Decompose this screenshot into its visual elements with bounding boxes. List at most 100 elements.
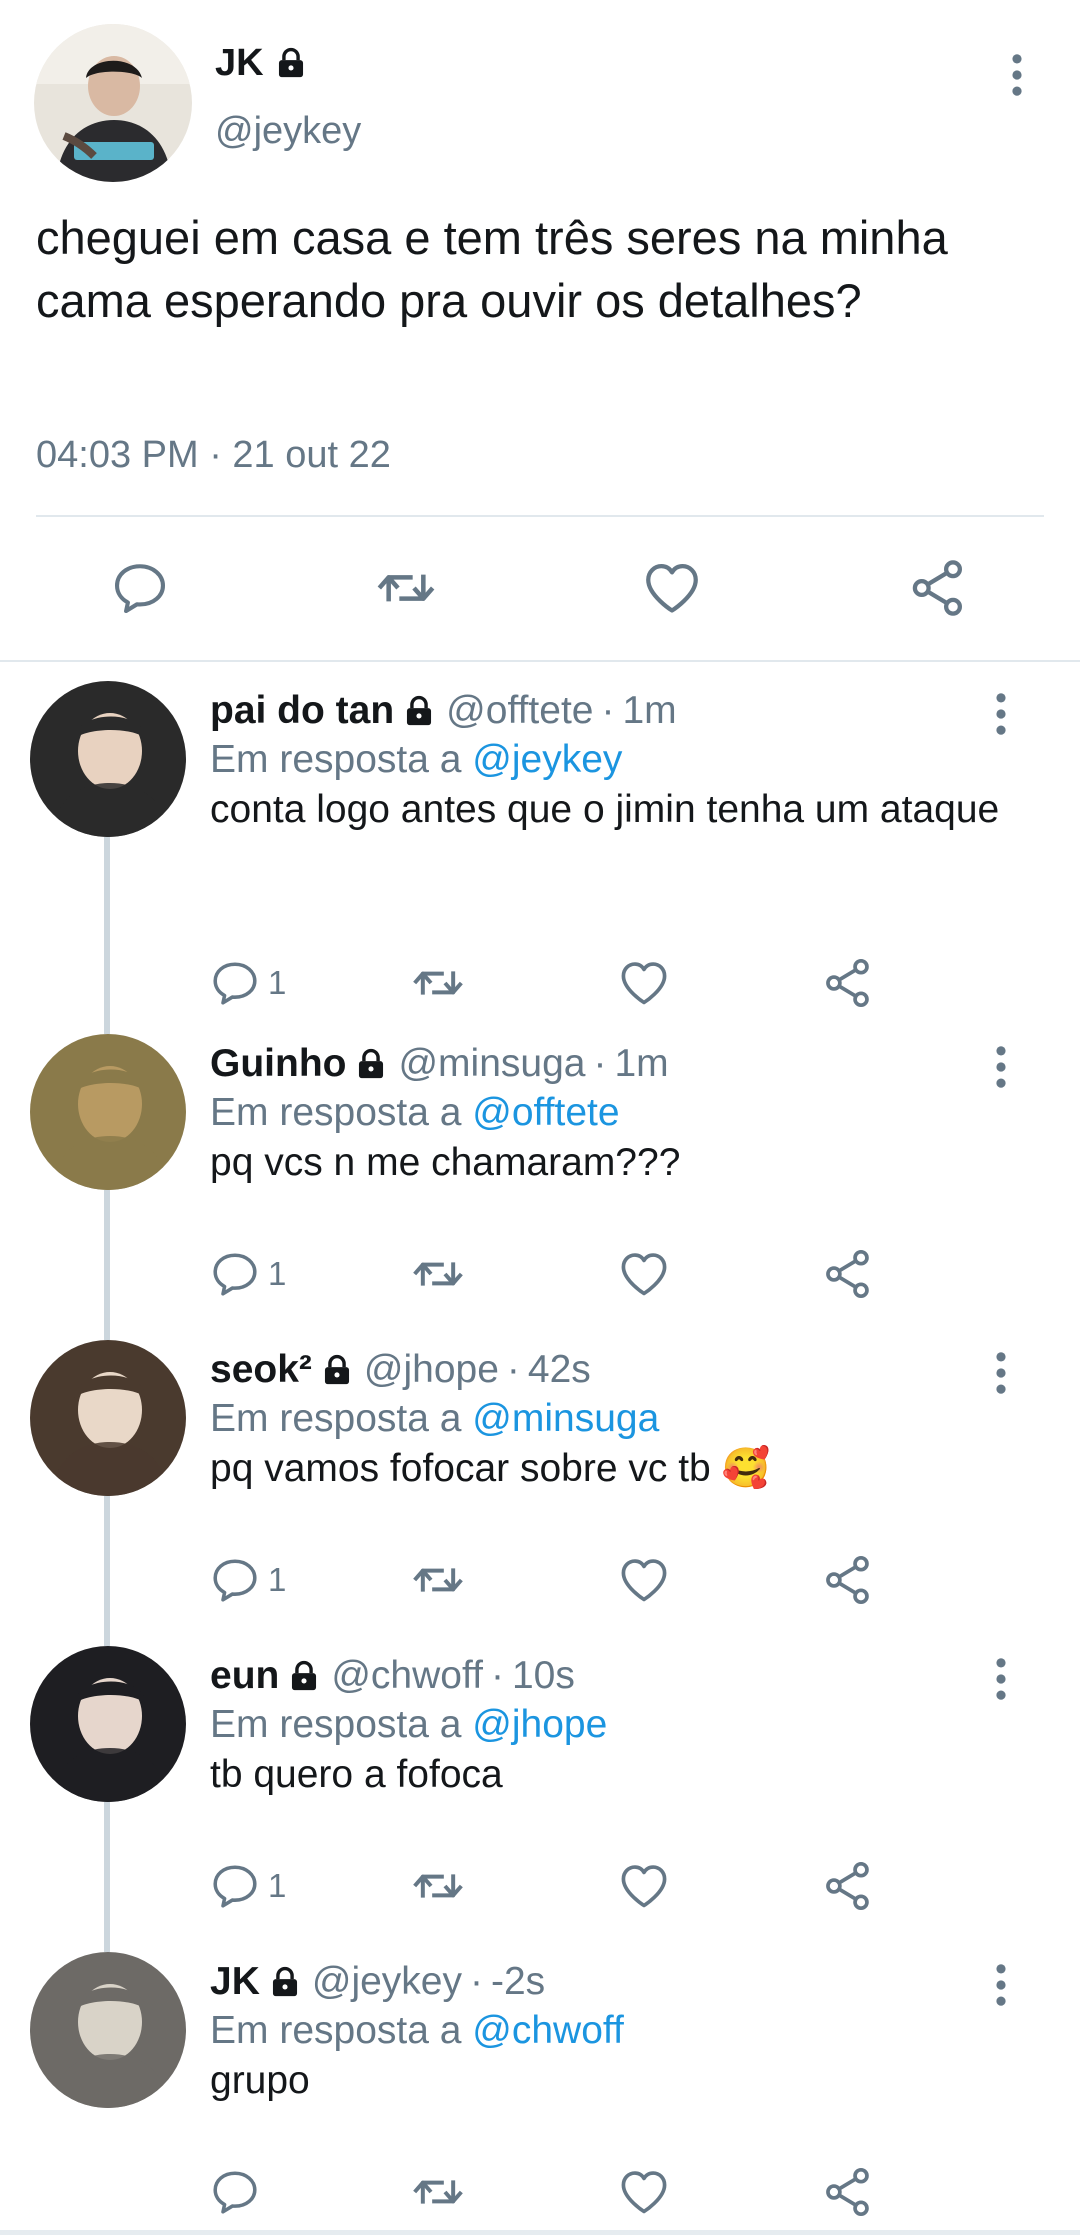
divider [0,660,1080,662]
reply-actions: 1 [210,953,910,1013]
share-button[interactable] [822,1550,874,1610]
retweet-button[interactable] [410,953,466,1013]
thread-line [104,1190,110,1340]
more-icon[interactable] [1000,52,1034,98]
reply-header: seok² @jhope · 42s [210,1346,591,1394]
retweet-icon [410,1552,466,1608]
author-handle[interactable]: @minsuga [398,1040,585,1088]
mention-link[interactable]: @offtete [472,1091,619,1134]
reply-count: 1 [268,1561,287,1598]
author-name[interactable]: eun [210,1652,279,1700]
more-icon[interactable] [984,1044,1018,1090]
share-button[interactable] [898,548,978,628]
reply-text: pq vcs n me chamaram??? [210,1141,681,1184]
reply-actions: 1 [210,1856,910,1916]
reply-tweet[interactable]: seok² @jhope · 42s Em resposta a @minsug… [0,1324,1080,1646]
reply-time[interactable]: 42s [528,1346,591,1394]
mention-link[interactable]: @chwoff [472,2009,624,2052]
author-handle[interactable]: @jeykey [312,1958,462,2006]
retweet-button[interactable] [410,1244,466,1304]
reply-icon [210,1861,260,1911]
author-handle[interactable]: @jeykey [215,108,361,154]
retweet-button[interactable] [410,2162,466,2222]
more-icon[interactable] [984,1350,1018,1396]
reply-actions: 1 [210,1550,910,1610]
retweet-icon [410,1246,466,1302]
like-icon [618,2166,670,2218]
replying-prefix: Em resposta a [210,738,473,781]
like-button[interactable] [618,2162,670,2222]
replying-to: Em resposta a @minsuga [210,1395,659,1443]
avatar[interactable] [30,1646,186,1802]
retweet-button[interactable] [410,1550,466,1610]
share-button[interactable] [822,2162,874,2222]
like-button[interactable] [632,548,712,628]
reply-tweet[interactable]: eun @chwoff · 10s Em resposta a @jhope t… [0,1630,1080,1952]
thread-line [104,837,110,1034]
reply-button[interactable] [100,548,180,628]
replying-to: Em resposta a @jeykey [210,736,622,784]
reply-time[interactable]: 1m [622,687,676,735]
mention-link[interactable]: @minsuga [472,1397,659,1440]
reply-button[interactable]: 1 [210,1244,286,1304]
reply-button[interactable]: 1 [210,1856,286,1916]
reply-tweet[interactable]: pai do tan @offtete · 1m Em resposta a @… [0,665,1080,1034]
share-icon [908,558,968,618]
replying-to: Em resposta a @chwoff [210,2007,624,2055]
reply-icon [210,1249,260,1299]
reply-time[interactable]: -2s [491,1958,545,2006]
reply-tweet[interactable]: JK @jeykey · -2s Em resposta a @chwoff g… [0,1936,1080,2235]
reply-header: pai do tan @offtete · 1m [210,687,677,735]
separator-dot: · [593,1042,607,1085]
reply-actions [210,2162,910,2222]
avatar[interactable] [30,681,186,837]
mention-link[interactable]: @jhope [472,1703,607,1746]
lock-icon [402,694,436,728]
reply-button[interactable]: 1 [210,1550,286,1610]
author-handle[interactable]: @chwoff [331,1652,483,1700]
avatar[interactable] [30,1034,186,1190]
reply-button[interactable] [210,2162,268,2222]
thread-line [104,1802,110,1952]
more-icon[interactable] [984,1962,1018,2008]
author-name[interactable]: pai do tan [210,687,394,735]
reply-text: grupo [210,2059,310,2102]
replying-prefix: Em resposta a [210,1091,473,1134]
like-button[interactable] [618,1244,670,1304]
avatar[interactable] [34,24,192,182]
like-button[interactable] [618,1856,670,1916]
retweet-button[interactable] [410,1856,466,1916]
more-icon[interactable] [984,1656,1018,1702]
share-button[interactable] [822,953,874,1013]
retweet-button[interactable] [366,548,446,628]
author-handle[interactable]: @offtete [446,687,593,735]
replying-prefix: Em resposta a [210,2009,473,2052]
author-name[interactable]: seok² [210,1346,312,1394]
more-icon[interactable] [984,691,1018,737]
replying-prefix: Em resposta a [210,1703,473,1746]
author-name[interactable]: JK [215,40,264,86]
avatar[interactable] [30,1952,186,2108]
reply-text: tb quero a fofoca [210,1753,503,1796]
reply-count: 1 [268,1867,287,1904]
author-handle[interactable]: @jhope [364,1346,499,1394]
author-name[interactable]: JK [210,1958,260,2006]
like-button[interactable] [618,1550,670,1610]
share-button[interactable] [822,1856,874,1916]
avatar[interactable] [30,1340,186,1496]
reply-button[interactable]: 1 [210,953,286,1013]
reply-header: JK @jeykey · -2s [210,1958,545,2006]
mention-link[interactable]: @jeykey [472,738,622,781]
author-name[interactable]: Guinho [210,1040,346,1088]
share-button[interactable] [822,1244,874,1304]
divider [36,515,1044,517]
replying-to: Em resposta a @offtete [210,1089,620,1137]
like-button[interactable] [618,953,670,1013]
separator-dot: · [490,1654,504,1697]
tweet-timestamp[interactable]: 04:03 PM · 21 out 22 [36,432,391,478]
reply-time[interactable]: 10s [512,1652,575,1700]
reply-time[interactable]: 1m [614,1040,668,1088]
reply-tweet[interactable]: Guinho @minsuga · 1m Em resposta a @offt… [0,1018,1080,1340]
reply-header: Guinho @minsuga · 1m [210,1040,669,1088]
lock-icon [287,1659,321,1693]
